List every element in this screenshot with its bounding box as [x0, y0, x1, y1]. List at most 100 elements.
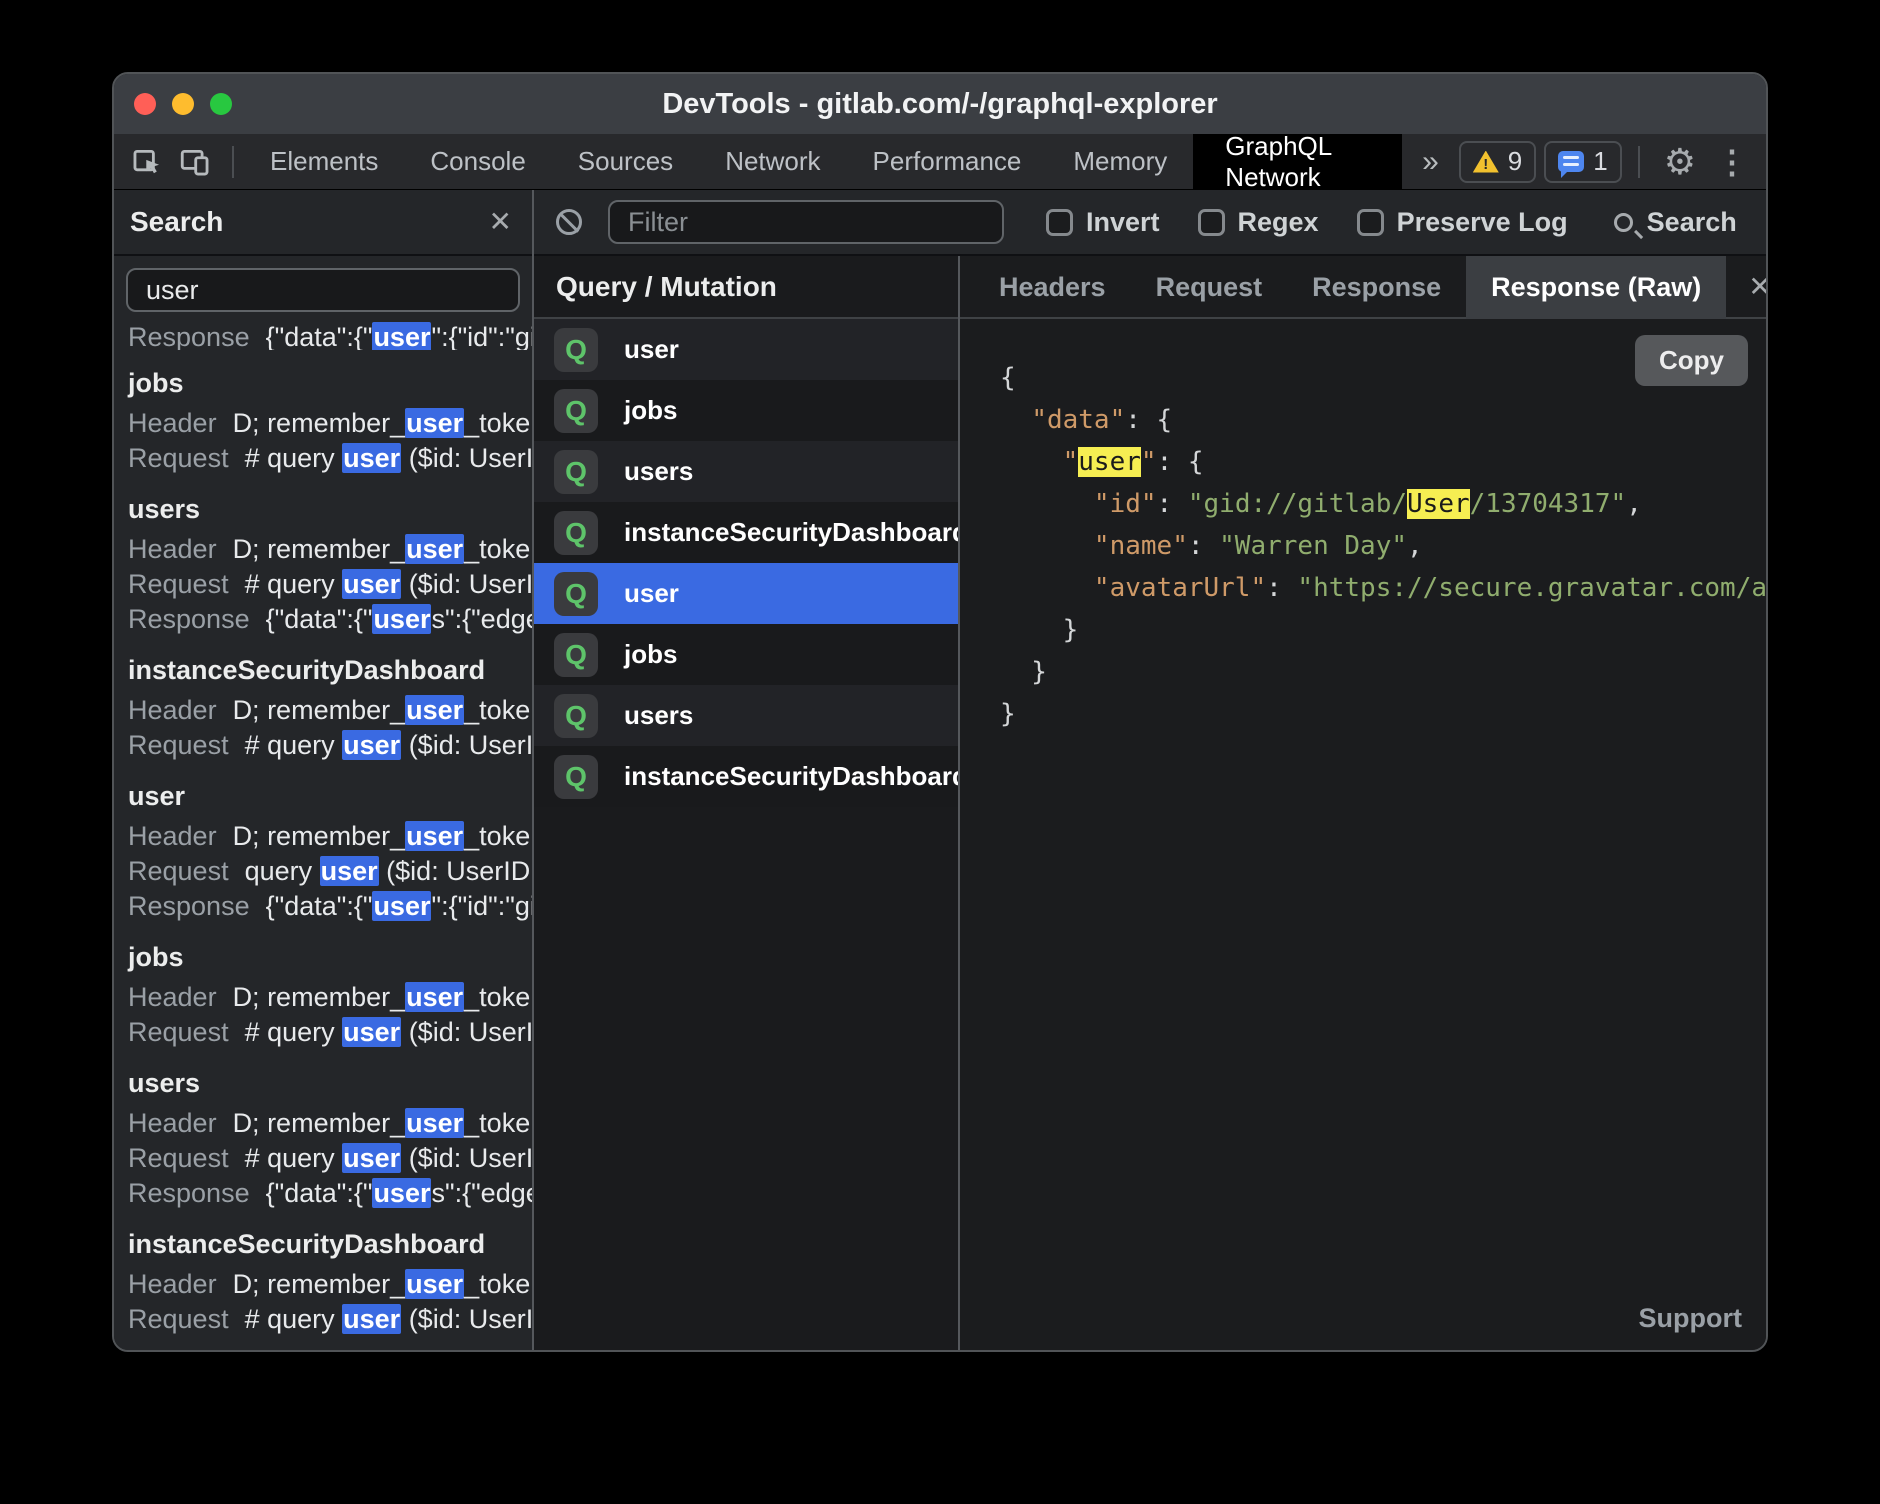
- close-window-button[interactable]: [134, 93, 156, 115]
- response-tab-response-raw[interactable]: Response (Raw): [1466, 256, 1726, 319]
- tab-graphql-network[interactable]: GraphQL Network: [1193, 134, 1402, 189]
- query-list-item[interactable]: Qjobs: [534, 380, 958, 441]
- search-result-line[interactable]: HeaderD; remember_user_token=ey: [128, 1106, 532, 1141]
- query-label: instanceSecurityDashboard: [624, 761, 958, 792]
- search-result-line[interactable]: Request# query user ($id: UserID: [128, 567, 532, 602]
- minimize-window-button[interactable]: [172, 93, 194, 115]
- query-list-item[interactable]: QinstanceSecurityDashboard: [534, 746, 958, 807]
- search-result-line[interactable]: HeaderD; remember_user_token=ey: [128, 532, 532, 567]
- text-segment: s":{"edges": [431, 604, 532, 634]
- search-result-line[interactable]: HeaderD; remember_user_token=ey: [128, 1267, 532, 1302]
- search-result-line[interactable]: Request# query user ($id: UserID: [128, 1015, 532, 1050]
- checkbox-box[interactable]: [1046, 209, 1073, 236]
- search-result-group-title[interactable]: user: [128, 779, 532, 813]
- search-result-line[interactable]: Request# query user ($id: UserID: [128, 728, 532, 763]
- tab-memory[interactable]: Memory: [1047, 134, 1193, 189]
- search-result-line[interactable]: HeaderD; remember_user_token=ey: [128, 406, 532, 441]
- text-segment: ($id: UserID: [401, 730, 532, 760]
- checkbox-box[interactable]: [1198, 209, 1225, 236]
- text-segment: user: [342, 730, 401, 760]
- filter-checkboxes: Invert Regex Preserve Log: [1046, 207, 1568, 238]
- partial-search-result[interactable]: Response{"data":{"user":{"id":"gid: [128, 320, 532, 350]
- device-toolbar-icon[interactable]: [178, 145, 212, 179]
- text-segment: [1000, 447, 1063, 477]
- more-tabs-icon[interactable]: »: [1402, 145, 1459, 179]
- clear-requests-icon[interactable]: [556, 209, 582, 235]
- tab-network[interactable]: Network: [699, 134, 846, 189]
- query-type-icon: Q: [554, 755, 598, 799]
- search-result-group-title[interactable]: users: [128, 1066, 532, 1100]
- response-tab-request[interactable]: Request: [1131, 256, 1288, 319]
- filter-search-button[interactable]: Search: [1614, 207, 1737, 238]
- result-line-label: Response: [128, 604, 250, 634]
- search-result-group-title[interactable]: jobs: [128, 940, 532, 974]
- search-result-line[interactable]: HeaderD; remember_user_token=ey: [128, 693, 532, 728]
- query-label: jobs: [624, 395, 677, 426]
- text-segment: D; remember_: [233, 821, 406, 851]
- filter-input[interactable]: [608, 200, 1004, 244]
- search-result-line[interactable]: Response{"data":{"user":{"id":"gid: [128, 889, 532, 924]
- query-list-item[interactable]: Qusers: [534, 685, 958, 746]
- response-tab-headers[interactable]: Headers: [974, 256, 1131, 319]
- query-list-item[interactable]: Qjobs: [534, 624, 958, 685]
- checkbox-box[interactable]: [1357, 209, 1384, 236]
- text-segment: _token=ey: [464, 1269, 532, 1299]
- search-result-line[interactable]: Requestquery user ($id: UserID: [128, 854, 532, 889]
- checkbox-preserve-log[interactable]: Preserve Log: [1357, 207, 1568, 238]
- copy-button[interactable]: Copy: [1635, 335, 1748, 386]
- response-tab-response[interactable]: Response: [1287, 256, 1466, 319]
- query-list-header: Query / Mutation: [534, 256, 958, 319]
- text-segment: user: [372, 604, 431, 634]
- text-segment: user: [405, 695, 464, 725]
- text-segment: user: [342, 1143, 401, 1173]
- search-result-line[interactable]: Request# query user ($id: UserID: [128, 441, 532, 476]
- text-segment: user: [372, 891, 431, 921]
- search-result-line[interactable]: Response{"data":{"users":{"edges": [128, 1176, 532, 1211]
- zoom-window-button[interactable]: [210, 93, 232, 115]
- search-panel: Search ✕ Response{"data":{"user":{"id":"…: [114, 190, 534, 1350]
- search-result-group-title[interactable]: jobs: [128, 366, 532, 400]
- text-segment: ($id: UserID: [401, 569, 532, 599]
- query-list: QuserQjobsQusersQinstanceSecurityDashboa…: [534, 319, 958, 1350]
- text-segment: _token=ey: [464, 408, 532, 438]
- kebab-menu-icon[interactable]: ⋮: [1710, 143, 1766, 181]
- tab-sources[interactable]: Sources: [552, 134, 699, 189]
- messages-badge[interactable]: 1: [1544, 141, 1621, 183]
- search-result-group-title[interactable]: instanceSecurityDashboard: [128, 653, 532, 687]
- query-type-icon: Q: [554, 328, 598, 372]
- query-list-item[interactable]: Quser: [534, 319, 958, 380]
- tab-performance[interactable]: Performance: [847, 134, 1048, 189]
- query-list-item[interactable]: Quser: [534, 563, 958, 624]
- settings-gear-icon[interactable]: ⚙: [1650, 144, 1710, 180]
- result-line-label: Header: [128, 1108, 217, 1138]
- search-result-line[interactable]: Response{"data":{"users":{"edges": [128, 602, 532, 637]
- checkbox-regex[interactable]: Regex: [1198, 207, 1319, 238]
- search-input[interactable]: [126, 268, 520, 312]
- text-segment: query: [245, 856, 320, 886]
- query-list-item[interactable]: Qusers: [534, 441, 958, 502]
- support-link[interactable]: Support: [1639, 1303, 1742, 1334]
- search-result-line[interactable]: HeaderD; remember_user_token=ey: [128, 980, 532, 1015]
- search-result-group-title[interactable]: instanceSecurityDashboard: [128, 1227, 532, 1261]
- search-result-line[interactable]: Request# query user ($id: UserID: [128, 1302, 532, 1337]
- text-segment: : {: [1125, 405, 1172, 435]
- query-label: jobs: [624, 639, 677, 670]
- text-segment: _token=ey: [464, 534, 532, 564]
- text-segment: }: [1000, 615, 1078, 645]
- query-list-item[interactable]: QinstanceSecurityDashboard: [534, 502, 958, 563]
- inspect-element-icon[interactable]: [130, 145, 164, 179]
- warnings-badge[interactable]: ! 9: [1459, 141, 1536, 183]
- result-line-label: Request: [128, 730, 229, 760]
- json-line: "data": {: [1000, 399, 1766, 441]
- result-line-label: Header: [128, 982, 217, 1012]
- checkbox-invert[interactable]: Invert: [1046, 207, 1160, 238]
- tab-console[interactable]: Console: [404, 134, 551, 189]
- tab-elements[interactable]: Elements: [244, 134, 404, 189]
- search-result-line[interactable]: Request# query user ($id: UserID: [128, 1141, 532, 1176]
- close-detail-icon[interactable]: ✕: [1748, 273, 1768, 301]
- search-result-group-title[interactable]: users: [128, 492, 532, 526]
- toolbar-divider: [1638, 146, 1640, 178]
- search-result-line[interactable]: HeaderD; remember_user_token=ey: [128, 819, 532, 854]
- json-line: "name": "Warren Day",: [1000, 525, 1766, 567]
- close-search-panel-icon[interactable]: ✕: [489, 208, 512, 236]
